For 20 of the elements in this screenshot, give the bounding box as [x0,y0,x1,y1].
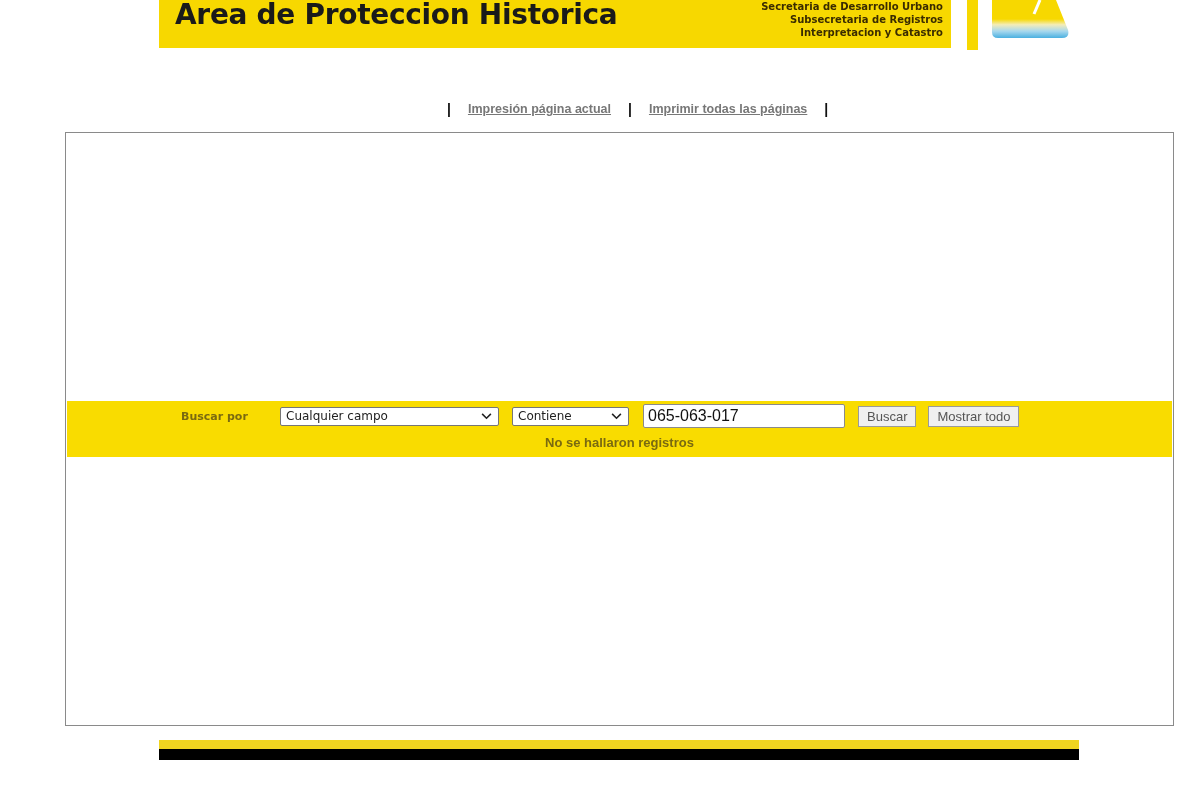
search-button[interactable]: Mostrar todo [928,405,1020,427]
search-field[interactable]: 065-063-017 [643,404,845,428]
chevron-down-icon [481,412,492,420]
agency-name: Secretaria de Desarrollo Urbano [761,0,943,13]
logo-icon [990,0,1070,40]
print-link[interactable]: Impresión página actual [467,101,611,117]
field-select[interactable]: Cualquier campo [280,406,499,426]
agency-name: Subsecretaria de Registros [790,13,943,26]
page-title: Area de Proteccion Historica [175,0,618,30]
chevron-down-icon [611,412,622,420]
search-label: Buscar por [181,409,249,423]
agency-name: Interpretacion y Catastro [800,26,943,39]
result-message: No se hallaron registros [544,435,695,451]
pipe-separator: | [628,101,632,117]
search-button[interactable]: Buscar [858,405,917,427]
print-link[interactable]: Imprimir todas las páginas [648,101,808,117]
pipe-separator: | [824,101,829,117]
header-accent-bar [967,0,978,50]
pipe-separator: | [447,101,451,117]
operator-select[interactable]: Contiene [512,406,629,426]
